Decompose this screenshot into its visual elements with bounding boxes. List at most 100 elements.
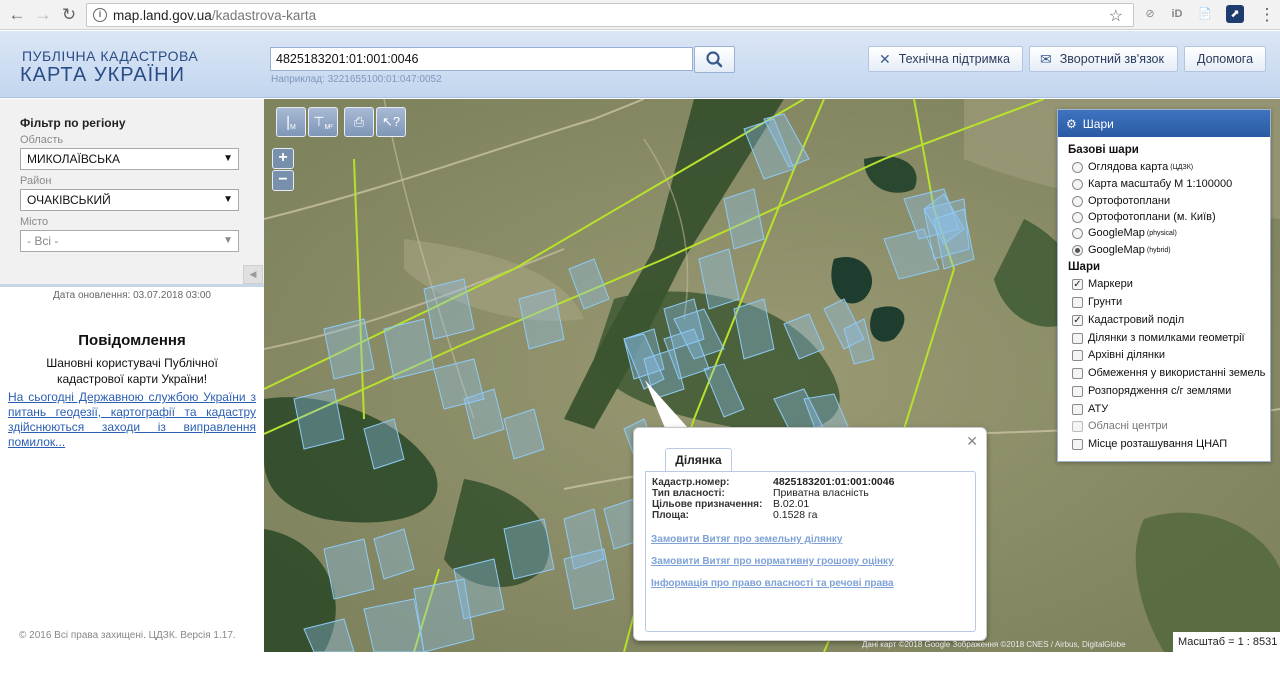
search-button[interactable] [694, 46, 735, 73]
area-value: 0.1528 га [773, 509, 818, 521]
collapse-panel-button[interactable]: ◀ [243, 265, 263, 284]
ownership-label: Тип власності: [652, 488, 725, 499]
app-header: ПУБЛІЧНА КАДАСТРОВА КАРТА УКРАЇНИ 482518… [0, 31, 1280, 98]
overlay-layer-option[interactable]: Обмеження у використанні земель [1072, 367, 1265, 379]
extension-icon[interactable]: iD [1168, 5, 1186, 23]
logo-line1[interactable]: ПУБЛІЧНА КАДАСТРОВА [22, 48, 198, 64]
extension-icon[interactable]: ⊘ [1141, 5, 1159, 23]
notice-text: Шановні користувачі Публічної кадастрово… [46, 356, 218, 386]
rayon-value: ОЧАКІВСЬКИЙ [27, 193, 111, 207]
city-select[interactable]: - Всі - ▼ [20, 230, 239, 252]
left-panel: Фільтр по регіону Область МИКОЛАЇВСЬКА ▼… [0, 99, 264, 682]
layers-header[interactable]: ⚙ Шари [1058, 110, 1270, 137]
region-filter: Фільтр по регіону Область МИКОЛАЇВСЬКА ▼… [0, 99, 264, 287]
checkbox[interactable] [1072, 296, 1083, 308]
extension-icon[interactable]: ⬈ [1226, 5, 1244, 23]
checkbox[interactable] [1072, 385, 1083, 397]
oblast-label: Область [20, 134, 64, 146]
measure-distance-button[interactable]: | M [276, 107, 306, 137]
checkbox-checked[interactable]: ✓ [1072, 314, 1083, 326]
copyright: © 2016 Всі права захищені. ЦДЗК. Версія … [19, 630, 236, 641]
update-date: Дата оновлення: 03.07.2018 03:00 [53, 290, 211, 301]
feedback-label: Зворотний зв'язок [1059, 52, 1164, 66]
gear-icon: ⚙ [1066, 116, 1077, 131]
notice-title: Повідомлення [78, 332, 186, 349]
bookmark-star-icon[interactable]: ☆ [1109, 6, 1123, 26]
info-icon[interactable]: i [93, 8, 107, 22]
help-button[interactable]: Допомога [1184, 46, 1266, 72]
order-valuation-link[interactable]: Замовити Витяг про нормативну грошову оц… [651, 556, 894, 567]
print-icon: ⎙ [353, 114, 365, 129]
forward-icon[interactable]: → [30, 2, 56, 28]
order-extract-link[interactable]: Замовити Витяг про земельну ділянку [651, 534, 842, 545]
checkbox[interactable] [1072, 332, 1083, 344]
overlay-layer-option[interactable]: ✓ Маркери [1072, 278, 1133, 290]
radio-button[interactable] [1072, 195, 1083, 207]
base-layer-option[interactable]: GoogleMap (hybrid) [1072, 244, 1171, 256]
identify-button[interactable]: ↖? [376, 107, 406, 137]
base-layer-option[interactable]: Карта масштабу М 1:100000 [1072, 178, 1232, 190]
support-label: Технічна підтримка [898, 52, 1010, 66]
checkbox-disabled [1072, 420, 1083, 432]
back-icon[interactable]: ← [4, 2, 30, 28]
tools-icon: ✕ [879, 50, 891, 67]
search-hint: Наприклад: 3221655100:01:047:0052 [271, 74, 442, 85]
checkbox[interactable] [1072, 367, 1083, 379]
print-button[interactable]: ⎙ [344, 107, 374, 137]
checkbox[interactable] [1072, 403, 1083, 415]
oblast-select[interactable]: МИКОЛАЇВСЬКА ▼ [20, 148, 239, 170]
dropdown-arrow-icon: ▼ [223, 153, 233, 164]
city-label: Місто [20, 216, 49, 228]
radio-button[interactable] [1072, 211, 1083, 223]
measure-area-button[interactable]: ⊤ M² [308, 107, 338, 137]
radio-button-selected[interactable] [1072, 244, 1083, 256]
measure-area-icon: ⊤ [313, 114, 325, 129]
radio-button[interactable] [1072, 178, 1083, 190]
url-host: map.land.gov.ua [113, 7, 212, 23]
close-icon[interactable]: ✕ [966, 433, 978, 450]
base-layer-option[interactable]: Ортофотоплани [1072, 195, 1170, 207]
overlay-layer-option: Обласні центри [1072, 420, 1168, 432]
cursor-question-icon: ↖? [381, 114, 401, 129]
search-input[interactable]: 4825183201:01:001:0046 [270, 47, 693, 71]
overlay-layer-option[interactable]: Грунти [1072, 296, 1122, 308]
checkbox[interactable] [1072, 438, 1083, 450]
radio-button[interactable] [1072, 161, 1083, 173]
parcel-details: Кадастр.номер: 4825183201:01:001:0046 Ти… [645, 471, 976, 632]
url-path: /kadastrova-karta [211, 7, 317, 23]
oblast-value: МИКОЛАЇВСЬКА [27, 152, 121, 166]
overlay-layers-title: Шари [1068, 261, 1101, 273]
address-bar[interactable]: i map.land.gov.ua/kadastrova-karta ☆ [86, 3, 1134, 27]
parcel-popup: ✕ Ділянка Кадастр.номер: 4825183201:01:0… [633, 427, 987, 641]
cadastre-label: Кадастр.номер: [652, 477, 730, 488]
layers-panel: ⚙ Шари Базові шари Оглядова карта (ЦДЗК) … [1057, 109, 1271, 462]
base-layer-option[interactable]: Оглядова карта (ЦДЗК) [1072, 161, 1193, 173]
tab-parcel[interactable]: Ділянка [665, 448, 732, 472]
browser-toolbar: ← → ↻ i map.land.gov.ua/kadastrova-karta… [0, 0, 1280, 30]
checkbox[interactable] [1072, 349, 1083, 361]
base-layer-option[interactable]: Ортофотоплани (м. Київ) [1072, 211, 1216, 223]
envelope-icon: ✉ [1040, 50, 1052, 67]
ownership-rights-link[interactable]: Інформація про право власності та речові… [651, 578, 894, 589]
logo-line2[interactable]: КАРТА УКРАЇНИ [20, 64, 185, 87]
extension-icon[interactable]: 📄 [1196, 5, 1214, 23]
dropdown-arrow-icon: ▼ [223, 194, 233, 205]
base-layer-option[interactable]: GoogleMap (physical) [1072, 227, 1177, 239]
overlay-layer-option[interactable]: Ділянки з помилками геометрії [1072, 332, 1245, 344]
feedback-button[interactable]: ✉ Зворотний зв'язок [1029, 46, 1178, 72]
support-button[interactable]: ✕ Технічна підтримка [868, 46, 1023, 72]
overlay-layer-option[interactable]: АТУ [1072, 403, 1108, 415]
rayon-select[interactable]: ОЧАКІВСЬКИЙ ▼ [20, 189, 239, 211]
checkbox-checked[interactable]: ✓ [1072, 278, 1083, 290]
notice-link[interactable]: На сьогодні Державною службою України з … [8, 390, 256, 450]
menu-icon[interactable]: ⋮ [1254, 2, 1280, 28]
overlay-layer-option[interactable]: Архівні ділянки [1072, 349, 1165, 361]
radio-button[interactable] [1072, 227, 1083, 239]
zoom-out-button[interactable]: − [272, 170, 294, 191]
help-label: Допомога [1196, 52, 1254, 66]
overlay-layer-option[interactable]: ✓ Кадастровий поділ [1072, 314, 1184, 326]
overlay-layer-option[interactable]: Розпорядження с/г землями [1072, 385, 1231, 397]
zoom-in-button[interactable]: + [272, 148, 294, 169]
overlay-layer-option[interactable]: Місце розташування ЦНАП [1072, 438, 1227, 450]
reload-icon[interactable]: ↻ [56, 2, 82, 28]
